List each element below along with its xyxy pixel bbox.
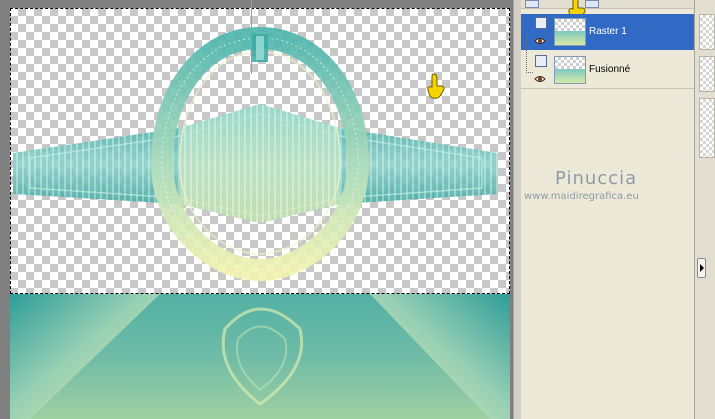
layer-thumbnail <box>554 18 586 46</box>
layer-name[interactable]: Fusionné <box>589 64 630 75</box>
layer-options-icon[interactable] <box>585 0 599 8</box>
eye-icon[interactable] <box>534 36 546 46</box>
layers-panel: Raster 1 Fusionné Pinuccia www.maidiregr… <box>521 0 694 419</box>
chevron-right-icon <box>700 264 704 272</box>
adjacent-thumbnail <box>699 14 715 50</box>
image-canvas[interactable] <box>10 8 510 419</box>
pointing-hand-icon <box>427 73 445 99</box>
panel-splitter[interactable] <box>513 0 521 419</box>
layer-row-fusionne[interactable]: Fusionné <box>521 52 694 88</box>
right-scroll-column <box>694 0 715 419</box>
layer-name[interactable]: Raster 1 <box>589 26 627 37</box>
adjacent-thumbnail <box>699 98 715 158</box>
watermark-url: www.maidiregrafica.eu <box>524 191 639 202</box>
canvas-workspace[interactable] <box>0 0 513 419</box>
eye-icon[interactable] <box>534 74 546 84</box>
reflected-floor <box>10 294 510 419</box>
adjacent-thumbnail <box>699 56 715 92</box>
wing-ring-artwork <box>13 26 498 282</box>
guide-line <box>251 0 252 74</box>
layer-type-icon <box>535 17 547 29</box>
panel-divider <box>521 88 694 89</box>
layer-row-raster-1[interactable]: Raster 1 <box>521 14 694 50</box>
layer-thumbnail <box>554 56 586 84</box>
layers-toolbar <box>521 0 694 9</box>
new-layer-icon[interactable] <box>525 0 539 8</box>
scroll-right-button[interactable] <box>697 258 706 278</box>
watermark-author: Pinuccia <box>555 168 638 189</box>
layer-type-icon <box>535 55 547 67</box>
